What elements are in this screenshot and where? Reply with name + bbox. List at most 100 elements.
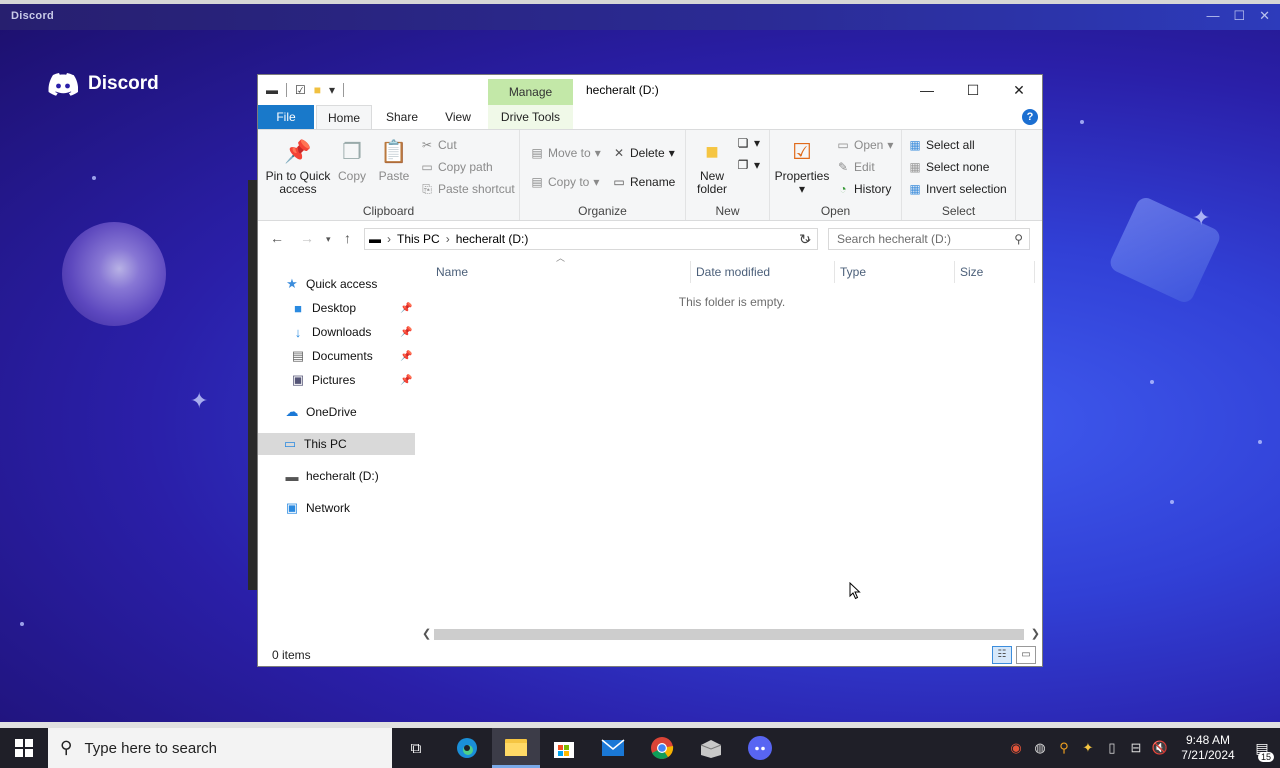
nav-quick-access[interactable]: ★ Quick access — [284, 273, 377, 295]
nav-documents[interactable]: ▤ Documents 📌 — [290, 345, 416, 367]
taskbar-file-explorer[interactable] — [492, 728, 540, 768]
battery-icon[interactable]: ▯ — [1100, 728, 1124, 768]
properties-qat-icon[interactable]: ☑ — [295, 83, 306, 97]
search-input[interactable]: Search hecheralt (D:) ⚲ — [828, 228, 1030, 250]
tab-drive-tools[interactable]: Drive Tools — [488, 105, 573, 129]
taskbar-clock[interactable]: 9:48 AM 7/21/2024 — [1172, 733, 1244, 763]
tab-home[interactable]: Home — [316, 105, 372, 129]
tray-settings-icon[interactable]: ✦ — [1076, 728, 1100, 768]
contextual-tab-manage[interactable]: Manage — [488, 79, 573, 105]
recent-locations-dropdown[interactable]: ▾ — [326, 234, 331, 245]
forward-button[interactable]: → — [300, 230, 314, 246]
invert-selection-button[interactable]: ▦ Invert selection — [908, 182, 1006, 196]
nav-this-pc[interactable]: ▭ This PC — [258, 433, 415, 455]
select-all-button[interactable]: ▦ Select all — [908, 138, 974, 152]
column-header-size[interactable]: Size — [960, 261, 983, 283]
task-view-button[interactable]: ⧉ — [392, 728, 440, 768]
tab-file[interactable]: File — [258, 105, 314, 129]
nav-this-pc-label: This PC — [304, 437, 347, 451]
nav-downloads[interactable]: ↓ Downloads 📌 — [290, 321, 416, 343]
decorative-star — [1150, 380, 1154, 384]
nav-documents-label: Documents — [312, 349, 373, 363]
taskbar-store[interactable] — [540, 728, 588, 768]
scroll-left-arrow-icon[interactable]: ❮ — [422, 627, 431, 640]
network-tray-icon[interactable]: ⊟ — [1124, 728, 1148, 768]
sort-arrow-icon: ︿ — [556, 253, 566, 263]
discord-close-button[interactable]: ✕ — [1259, 8, 1270, 24]
horizontal-scrollbar[interactable]: ❮ ❯ — [420, 626, 1042, 643]
close-button[interactable]: ✕ — [996, 75, 1042, 105]
maximize-button[interactable]: ☐ — [950, 75, 996, 105]
back-button[interactable]: ← — [270, 230, 284, 246]
discord-maximize-button[interactable]: ☐ — [1233, 8, 1245, 24]
discord-minimize-button[interactable]: — — [1206, 8, 1219, 24]
column-divider[interactable] — [690, 261, 691, 283]
help-button[interactable]: ? — [1022, 109, 1038, 125]
copy-path-button[interactable]: ▭ Copy path — [420, 160, 492, 174]
paste-button[interactable]: 📋 Paste — [376, 136, 412, 183]
pin-icon: 📌 — [400, 374, 413, 386]
tray-search-app-icon[interactable]: ⚲ — [1052, 728, 1076, 768]
copy-to-icon: ▤ — [531, 175, 543, 189]
nav-pictures[interactable]: ▣ Pictures 📌 — [290, 369, 416, 391]
large-icons-view-button[interactable]: ▭ — [1016, 646, 1036, 664]
minimize-button[interactable]: — — [904, 75, 950, 105]
new-folder-button[interactable]: ■ New folder — [692, 136, 732, 196]
breadcrumb-chevron[interactable]: › — [446, 232, 450, 246]
scrollbar-thumb[interactable] — [434, 629, 1024, 640]
notification-center-button[interactable]: ▤ 15 — [1244, 728, 1280, 768]
copy-button[interactable]: ❐ Copy — [334, 136, 370, 183]
refresh-button[interactable]: ↻ — [799, 231, 811, 248]
nav-network[interactable]: ▣ Network — [284, 497, 350, 519]
nav-desktop[interactable]: ■ Desktop 📌 — [290, 297, 416, 319]
copy-to-button[interactable]: ▤ Copy to ▾ — [530, 175, 599, 189]
taskbar-edge[interactable] — [443, 728, 491, 768]
taskbar-unknown-app[interactable] — [687, 728, 735, 768]
delete-button[interactable]: ✕ Delete ▾ — [612, 146, 675, 160]
column-header-type[interactable]: Type — [840, 261, 866, 283]
customize-qat-dropdown[interactable]: ▾ — [329, 83, 335, 97]
taskbar-chrome[interactable] — [638, 728, 686, 768]
select-none-button[interactable]: ▦ Select none — [908, 160, 989, 174]
start-button[interactable] — [0, 728, 48, 768]
cut-button[interactable]: ✂ Cut — [420, 138, 457, 152]
column-divider[interactable] — [1034, 261, 1035, 283]
history-button[interactable]: ◔ History — [836, 182, 891, 196]
up-button[interactable]: ↑ — [344, 230, 351, 246]
breadcrumb-chevron[interactable]: › — [387, 232, 391, 246]
address-bar[interactable]: ▬ › This PC › hecheralt (D:) ⌄ — [364, 228, 818, 250]
pin-to-quick-access-button[interactable]: 📌 Pin to Quick access — [264, 136, 332, 196]
select-group-label: Select — [941, 204, 976, 218]
tray-discord-icon[interactable]: ◍ — [1028, 728, 1052, 768]
easy-access-button[interactable]: ❐ ▾ — [736, 158, 760, 172]
move-to-button[interactable]: ▤ Move to ▾ — [530, 146, 600, 160]
breadcrumb-this-pc[interactable]: This PC — [397, 232, 440, 246]
column-divider[interactable] — [834, 261, 835, 283]
rename-button[interactable]: ▭ Rename — [612, 175, 675, 189]
tab-view[interactable]: View — [432, 105, 484, 129]
edit-button[interactable]: ✎ Edit — [836, 160, 875, 174]
scroll-right-arrow-icon[interactable]: ❯ — [1031, 627, 1040, 640]
tab-share[interactable]: Share — [376, 105, 428, 129]
properties-button[interactable]: ☑ Properties ▾ — [774, 136, 830, 196]
nav-onedrive[interactable]: ☁ OneDrive — [284, 401, 357, 423]
taskbar-search-box[interactable]: ⚲ Type here to search — [48, 728, 392, 768]
breadcrumb-drive[interactable]: hecheralt (D:) — [456, 232, 529, 246]
volume-muted-icon[interactable]: 🔇 — [1148, 728, 1172, 768]
nav-drive-d[interactable]: ▬ hecheralt (D:) — [284, 465, 379, 487]
nav-quick-access-label: Quick access — [306, 277, 378, 291]
taskbar-mail[interactable] — [589, 728, 637, 768]
new-item-button[interactable]: ❏ ▾ — [736, 136, 760, 150]
new-folder-qat-icon[interactable]: ■ — [314, 83, 321, 97]
column-divider[interactable] — [954, 261, 955, 283]
column-header-name[interactable]: Name — [436, 261, 468, 283]
decorative-star — [1258, 440, 1262, 444]
search-placeholder: Search hecheralt (D:) — [837, 232, 952, 246]
open-button[interactable]: ▭ Open ▾ — [836, 138, 893, 152]
taskbar-discord[interactable] — [736, 728, 784, 768]
column-header-date-modified[interactable]: Date modified — [696, 261, 770, 283]
tray-color-app-icon[interactable]: ◉ — [1004, 728, 1028, 768]
paste-shortcut-button[interactable]: ⎘ Paste shortcut — [420, 182, 515, 197]
details-view-button[interactable]: ☷ — [992, 646, 1012, 664]
file-list[interactable]: ︿ Name Date modified Type Size This fold… — [424, 253, 1040, 627]
